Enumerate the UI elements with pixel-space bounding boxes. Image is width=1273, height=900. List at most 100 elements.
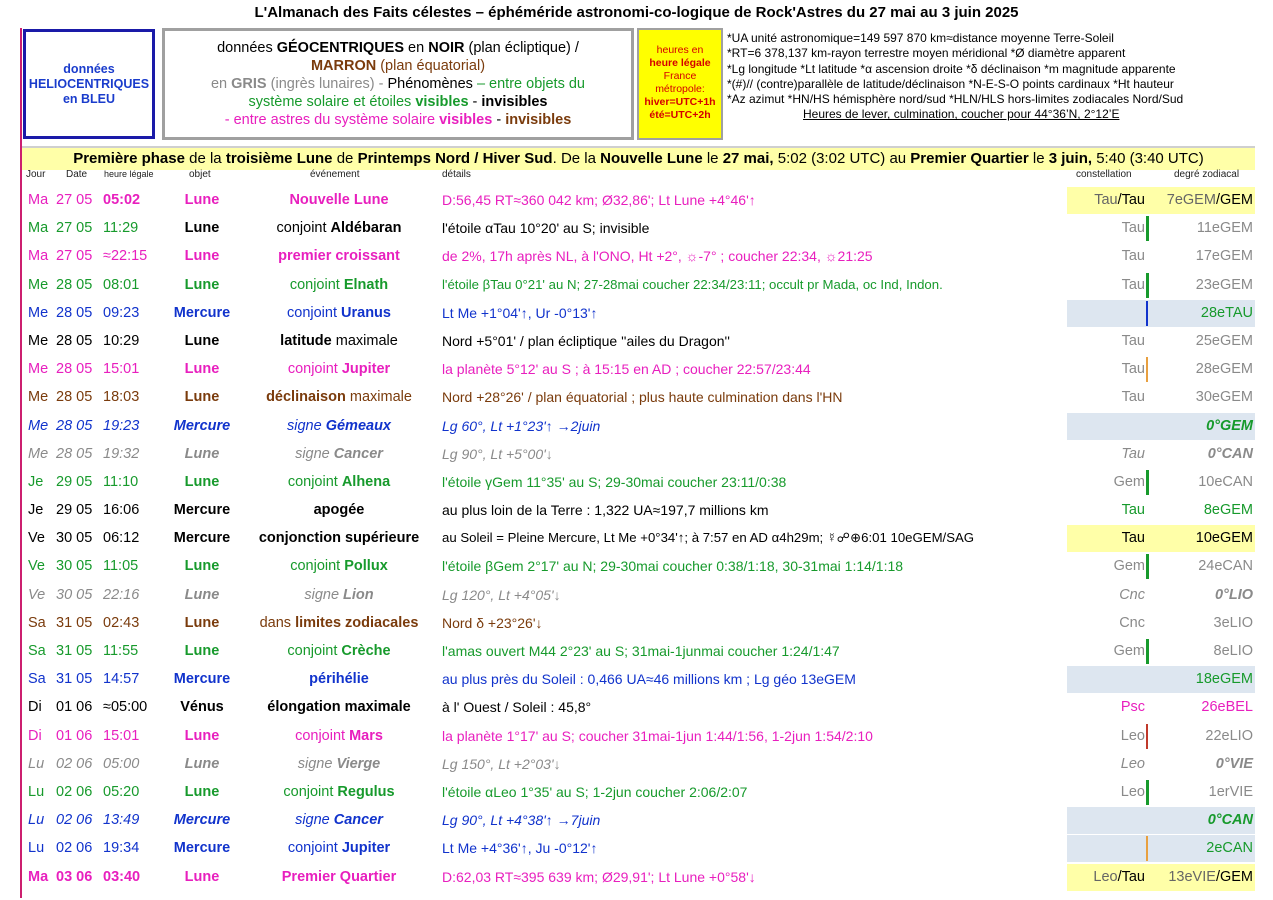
event-text: dans [259,614,296,631]
cell-event: dans limites zodiacales [234,609,444,637]
helio-line-3: en BLEU [62,91,116,106]
constellation-text: Leo [1093,868,1118,885]
event-text: Regulus [337,783,395,800]
cell-details: Lg 120°, Lt +4°05'↓ [442,586,561,603]
cell-degree: 26eBEL [1201,699,1253,716]
phase-text: 27 mai, [722,150,774,167]
cell-details: au plus loin de la Terre : 1,322 UA≈197,… [442,502,769,519]
cell-constellation: Gem [1113,473,1145,490]
event-text: Vierge [336,755,381,772]
cell-details: Lg 90°, Lt +4°38'↑ →7juin [442,812,601,829]
visibility-bar [1146,723,1148,749]
cell-event: signe Cancer [234,806,444,834]
event-text: Gémeaux [325,417,391,434]
legend-line: *RT=6 378,137 km-rayon terrestre moyen m… [727,46,1126,61]
geo-text: GRIS [231,76,267,92]
geo-text: GÉOCENTRIQUES [276,40,405,56]
cell-constellation: Gem [1113,643,1145,659]
geo-text: visibles [439,112,493,128]
cell-day: Di [28,699,42,716]
event-text: Alhena [341,473,391,490]
cell-event: apogée [234,496,444,524]
cell-date: 02 06 [56,812,93,829]
visibility-bar [1146,300,1148,326]
cell-day: Me [28,304,49,321]
constellation-text: Tau [1094,192,1118,208]
phase-text: de [332,150,358,167]
cell-date: 01 06 [56,727,93,744]
cell-degree: 24eCAN [1198,558,1253,575]
table-row: Ma 27 05 05:02 Lune Nouvelle Lune D:56,4… [22,186,1255,214]
cell-details: Nord +28°26' / plan équatorial ; plus ha… [442,389,843,406]
cell-date: 28 05 [56,417,93,434]
event-text: conjoint [287,840,342,857]
cell-details: l'étoile βGem 2°17' au N; 29-30mai couch… [442,558,904,575]
cell-day: Sa [28,614,46,631]
table-row: Di 01 06 15:01 Lune conjoint Mars la pla… [22,722,1255,750]
cell-event: premier croissant [234,242,444,270]
geo-text: en [210,76,232,92]
geo-text: NOIR [428,40,465,56]
visibility-bar [1146,216,1149,242]
cell-date: 03 06 [56,868,93,885]
event-text: maximale [331,332,398,349]
phase-text: 3 juin, [1048,150,1093,167]
table-row: Ve 30 05 11:05 Lune conjoint Pollux l'ét… [22,552,1255,580]
event-text: conjoint [287,304,342,321]
cell-details: D:62,03 RT≈395 639 km; Ø29,91'; Lt Lune … [442,868,756,885]
geo-text: en [404,40,429,56]
cell-constellation: Tau [1121,530,1145,547]
legend-line: *Az azimut *HN/HS hémisphère nord/sud *H… [727,92,1184,107]
event-text: Jupiter [341,840,391,857]
event-text: signe [304,586,344,603]
event-text: Uranus [341,304,391,321]
table-row: Sa 31 05 14:57 Mercure périhélie au plus… [22,665,1255,694]
table-row: Me 28 05 19:23 Mercure signe Gémeaux Lg … [22,412,1255,440]
cell-degree: 0°GEM [1206,417,1253,434]
event-text: conjoint [283,783,338,800]
cell-degree: 30eGEM [1195,389,1253,406]
event-text: Premier Quartier [281,868,397,885]
cell-date: 31 05 [56,671,93,688]
cell-event: latitude maximale [234,327,444,355]
cell-date: 30 05 [56,558,93,575]
legend-line: *UA unité astronomique=149 597 870 km≈di… [727,31,1114,45]
page-title: L'Almanach des Faits célestes – éphéméri… [254,4,1019,21]
cell-date: 27 05 [56,220,93,237]
header-details: détails [442,169,471,180]
visibility-bar [1146,554,1149,580]
legal-time-line: France [663,70,697,82]
geo-text: - [492,112,506,128]
cell-degree: 18eGEM [1195,671,1253,688]
cell-date: 28 05 [56,276,93,293]
cell-day: Lu [28,755,45,772]
cell-date: 01 06 [56,699,93,716]
cell-hour: 11:05 [103,558,139,575]
cell-day: Je [28,502,44,519]
cell-details: de 2%, 17h après NL, à l'ONO, Ht +2°, ☼-… [442,248,873,265]
cell-constellation: Tau [1121,389,1145,406]
cell-event: Nouvelle Lune [234,186,444,214]
cell-constellation: Psc [1120,699,1145,716]
table-row: Ma 27 05 ≈22:15 Lune premier croissant d… [22,242,1255,270]
table-row: Lu 02 06 19:34 Mercure conjoint Jupiter … [22,834,1255,863]
header-constellation: constellation [1076,169,1132,180]
legend-line: *(#)// (contre)parallèle de latitude/déc… [727,76,1174,91]
legal-time-box: heures en heure légale France métropole:… [637,28,723,140]
geo-text: données [217,40,277,56]
geo-text: - [468,94,482,110]
cell-constellation: Cnc [1119,614,1145,631]
event-text: limites zodiacales [295,614,419,631]
cell-details: au plus près du Soleil : 0,466 UA≈46 mil… [442,671,856,688]
cell-hour: ≈22:15 [103,248,148,265]
table-row: Sa 31 05 02:43 Lune dans limites zodiaca… [22,609,1255,637]
phase-text: Premier Quartier [910,150,1029,167]
cell-day: Me [28,445,49,462]
event-text: Elnath [343,276,389,293]
event-text: signe [295,812,334,829]
cell-degree: 10eGEM [1195,530,1253,547]
event-text: latitude [280,332,332,349]
legal-time-line: heure légale [649,57,711,69]
cell-date: 27 05 [56,248,93,265]
event-text: Mars [349,727,383,744]
